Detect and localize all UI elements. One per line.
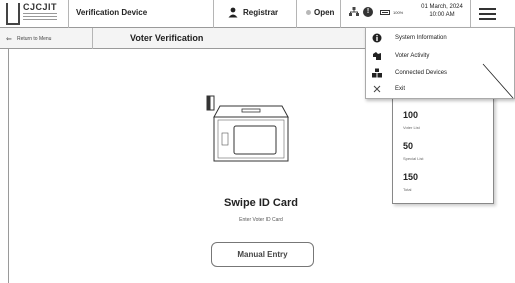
devices-icon — [372, 68, 382, 78]
swipe-instruction-title: Swipe ID Card — [224, 197, 298, 209]
voter-stats-panel: 100 Voter List 50 Special List 150 Total — [392, 96, 494, 204]
top-bar: CJCJIT Verification Device Registrar Ope… — [0, 0, 515, 28]
card-reader-illustration — [206, 95, 289, 162]
total-count: 150 — [403, 172, 419, 182]
special-list-count: 50 — [403, 141, 414, 151]
callout-line — [482, 63, 514, 99]
voter-list-count: 100 — [403, 110, 419, 120]
close-icon — [372, 84, 382, 94]
menu-bar-icon — [479, 13, 496, 15]
menu-bar-icon — [479, 18, 496, 20]
battery-icon — [380, 10, 390, 15]
divider — [68, 0, 69, 28]
logo-subtext — [23, 13, 57, 14]
menu-item-label: Voter Activity — [395, 53, 430, 59]
voter-list-label: Voter List — [403, 125, 420, 130]
total-label: Total — [403, 187, 412, 192]
logo: CJCJIT — [6, 2, 62, 25]
divider — [340, 0, 341, 28]
battery-level: 100% — [393, 10, 404, 15]
menu-bar-icon — [479, 8, 496, 10]
alert-icon[interactable]: ! — [363, 7, 373, 17]
status-dot-icon — [306, 10, 311, 15]
menu-item-label: Connected Devices — [395, 70, 448, 76]
back-to-menu-link[interactable]: Return to Menu — [17, 36, 51, 42]
status-label: Open — [314, 8, 335, 17]
date-text: 01 March, 2024 — [421, 4, 463, 10]
content-border — [8, 49, 9, 283]
network-icon[interactable] — [349, 7, 359, 17]
page-title: Voter Verification — [130, 33, 204, 43]
logo-text: CJCJIT — [23, 2, 58, 12]
divider — [92, 28, 93, 49]
divider — [213, 0, 214, 28]
hamburger-menu-button[interactable] — [470, 0, 515, 28]
logo-mark — [6, 3, 20, 25]
app-title: Verification Device — [76, 8, 148, 17]
menu-item-system-information[interactable]: System Information — [366, 31, 515, 48]
menu-item-label: Exit — [395, 86, 406, 92]
swipe-instruction-subtitle: Enter Voter ID Card — [239, 217, 283, 223]
person-icon — [228, 7, 238, 18]
divider — [296, 0, 297, 28]
menu-item-label: System Information — [395, 35, 447, 41]
special-list-label: Special List — [403, 156, 424, 161]
date-time: 01 March, 2024 10:00 AM — [412, 3, 472, 19]
manual-entry-button[interactable]: Manual Entry — [211, 242, 314, 267]
time-text: 10:00 AM — [429, 12, 455, 18]
back-arrow-icon[interactable]: ⇐ — [6, 35, 12, 43]
user-role-label[interactable]: Registrar — [243, 8, 278, 17]
activity-icon — [372, 51, 382, 61]
info-icon — [372, 33, 382, 43]
